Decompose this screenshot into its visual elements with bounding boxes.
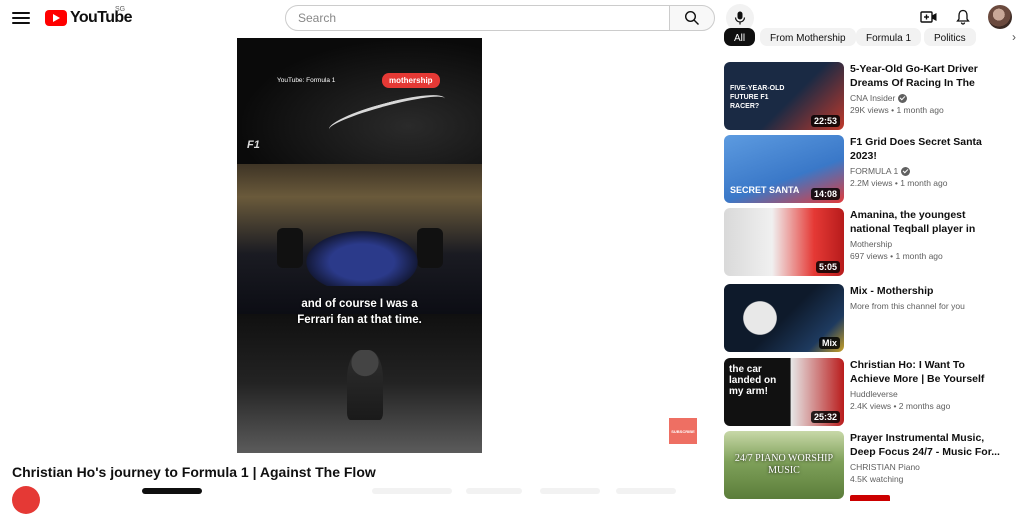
subscribe-button-partial[interactable] [142, 488, 202, 494]
rec-meta: F1 Grid Does Secret Santa 2023! FORMULA … [850, 135, 1000, 188]
thumb-text: the car landed on my arm! [729, 364, 777, 397]
video-watermark: YouTube: Formula 1 [277, 77, 336, 84]
rec-item[interactable]: 24/7 PIANO WORSHIP MUSIC Prayer Instrume… [724, 431, 1024, 501]
driver-figure [347, 350, 383, 420]
rec-item[interactable]: FIVE-YEAR-OLD FUTURE F1 RACER? 22:53 5-Y… [724, 62, 1024, 132]
rec-meta: Christian Ho: I Want To Achieve More | B… [850, 358, 1000, 411]
more-actions-partial[interactable] [616, 488, 676, 494]
rec-meta: 5-Year-Old Go-Kart Driver Dreams Of Raci… [850, 62, 1000, 115]
rec-thumbnail[interactable]: Mix [724, 284, 844, 352]
rec-thumbnail[interactable]: the car landed on my arm! 25:32 [724, 358, 844, 426]
microphone-icon [734, 11, 746, 25]
menu-icon[interactable] [12, 9, 30, 27]
duration-badge: 25:32 [810, 411, 840, 423]
chip-formula-1[interactable]: Formula 1 [856, 28, 922, 46]
filter-chips: All From Mothership Formula 1 Politics › [724, 28, 1030, 48]
rec-meta: Mix - Mothership More from this channel … [850, 284, 1000, 311]
rec-channel[interactable]: FORMULA 1 [850, 166, 1000, 176]
search-icon [684, 10, 699, 25]
subscribe-watermark-button[interactable]: SUBSCRIBE [669, 418, 697, 444]
chevron-right-icon[interactable]: › [1012, 30, 1016, 44]
youtube-play-icon [45, 10, 67, 26]
chip-politics[interactable]: Politics [924, 28, 976, 46]
mix-badge: Mix [818, 337, 840, 349]
notifications-bell-icon[interactable] [956, 9, 970, 25]
duration-badge: 22:53 [810, 115, 840, 127]
rec-thumbnail[interactable]: SECRET SANTA 14:08 [724, 135, 844, 203]
f1-logo: F1 [247, 139, 260, 151]
rec-title[interactable]: Prayer Instrumental Music, Deep Focus 24… [850, 431, 1000, 459]
channel-tag: mothership [382, 73, 440, 88]
rec-meta: Prayer Instrumental Music, Deep Focus 24… [850, 431, 1000, 484]
thumb-text: SECRET SANTA [730, 185, 800, 195]
create-video-icon[interactable] [920, 10, 938, 24]
rec-stats: 2.4K views • 2 months ago [850, 401, 951, 411]
video-caption: and of course I was a Ferrari fan at tha… [237, 296, 482, 328]
account-avatar[interactable] [988, 5, 1012, 29]
search-button[interactable] [669, 5, 715, 31]
video-player[interactable]: YouTube: Formula 1 mothership F1 and of … [237, 38, 482, 453]
rec-channel[interactable]: Huddleverse [850, 389, 1000, 399]
rec-thumbnail[interactable]: 5:05 [724, 208, 844, 276]
rec-stats: 4.5K watching [850, 474, 904, 484]
country-code: SG [115, 6, 126, 13]
chip-all[interactable]: All [724, 28, 756, 46]
rec-meta: Amanina, the youngest national Teqball p… [850, 208, 1000, 261]
rec-item[interactable]: 5:05 Amanina, the youngest national Teqb… [724, 208, 1024, 278]
caption-line-2: Ferrari fan at that time. [297, 314, 422, 326]
duration-badge: 14:08 [810, 188, 840, 200]
rec-title[interactable]: 5-Year-Old Go-Kart Driver Dreams Of Raci… [850, 62, 1000, 90]
channel-avatar-partial[interactable] [12, 486, 40, 514]
rec-title[interactable]: F1 Grid Does Secret Santa 2023! [850, 135, 1000, 163]
rec-stats: 697 views • 1 month ago [850, 251, 943, 261]
rec-stats: 2.2M views • 1 month ago [850, 178, 948, 188]
thumb-text: 24/7 PIANO WORSHIP MUSIC [734, 453, 834, 476]
rec-thumbnail[interactable]: FIVE-YEAR-OLD FUTURE F1 RACER? 22:53 [724, 62, 844, 130]
race-car [297, 226, 427, 286]
rec-channel[interactable]: CNA Insider [850, 93, 1000, 103]
duration-badge: 5:05 [815, 261, 840, 273]
like-button-partial[interactable] [372, 488, 452, 494]
rec-channel[interactable]: CHRISTIAN Piano [850, 462, 1000, 472]
share-button-partial[interactable] [466, 488, 522, 494]
rec-title[interactable]: Christian Ho: I Want To Achieve More | B… [850, 358, 1000, 386]
rec-item[interactable]: the car landed on my arm! 25:32 Christia… [724, 358, 1024, 428]
download-button-partial[interactable] [540, 488, 600, 494]
search-bar [285, 5, 715, 31]
live-badge [850, 495, 890, 501]
caption-line-1: and of course I was a [301, 298, 418, 310]
rec-channel[interactable]: Mothership [850, 239, 1000, 249]
verified-icon [898, 93, 908, 103]
header-actions [920, 5, 1012, 29]
youtube-logo[interactable]: YouTube SG [45, 6, 132, 27]
rec-stats: 29K views • 1 month ago [850, 105, 944, 115]
rec-title[interactable]: Amanina, the youngest national Teqball p… [850, 208, 1000, 236]
search-input[interactable] [285, 5, 670, 31]
rec-title[interactable]: Mix - Mothership [850, 284, 1000, 298]
rec-item[interactable]: SECRET SANTA 14:08 F1 Grid Does Secret S… [724, 135, 1024, 205]
rec-item[interactable]: Mix Mix - Mothership More from this chan… [724, 284, 1024, 354]
thumb-text: FIVE-YEAR-OLD FUTURE F1 RACER? [730, 85, 785, 110]
video-title: Christian Ho's journey to Formula 1 | Ag… [12, 464, 376, 480]
verified-icon [901, 166, 911, 176]
rec-channel: More from this channel for you [850, 301, 965, 311]
chip-from-mothership[interactable]: From Mothership [760, 28, 856, 46]
rec-thumbnail[interactable]: 24/7 PIANO WORSHIP MUSIC [724, 431, 844, 499]
